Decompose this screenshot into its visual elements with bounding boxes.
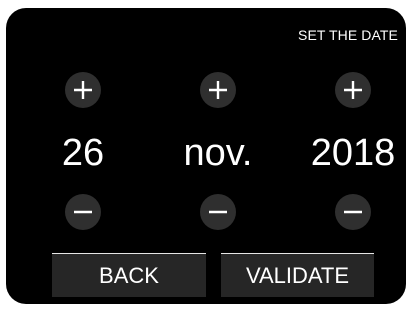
validate-button[interactable]: VALIDATE [221, 253, 374, 297]
year-value: 2018 [310, 132, 396, 174]
month-decrement-button[interactable] [200, 194, 236, 230]
month-value: nov. [183, 132, 253, 174]
minus-icon [209, 210, 227, 214]
month-column: nov. [168, 72, 268, 252]
day-increment-button[interactable] [65, 72, 101, 108]
plus-icon [74, 81, 92, 99]
year-decrement-button[interactable] [335, 194, 371, 230]
day-column: 26 [33, 72, 133, 252]
minus-icon [344, 210, 362, 214]
plus-icon [209, 81, 227, 99]
day-decrement-button[interactable] [65, 194, 101, 230]
plus-icon [344, 81, 362, 99]
back-button[interactable]: BACK [52, 253, 206, 297]
year-increment-button[interactable] [335, 72, 371, 108]
day-value: 26 [61, 132, 105, 174]
screen-title: SET THE DATE [298, 27, 398, 43]
minus-icon [74, 210, 92, 214]
date-picker-screen: SET THE DATE 26 nov. 2018 BACK VALIDATE [6, 8, 406, 304]
month-increment-button[interactable] [200, 72, 236, 108]
year-column: 2018 [303, 72, 403, 252]
